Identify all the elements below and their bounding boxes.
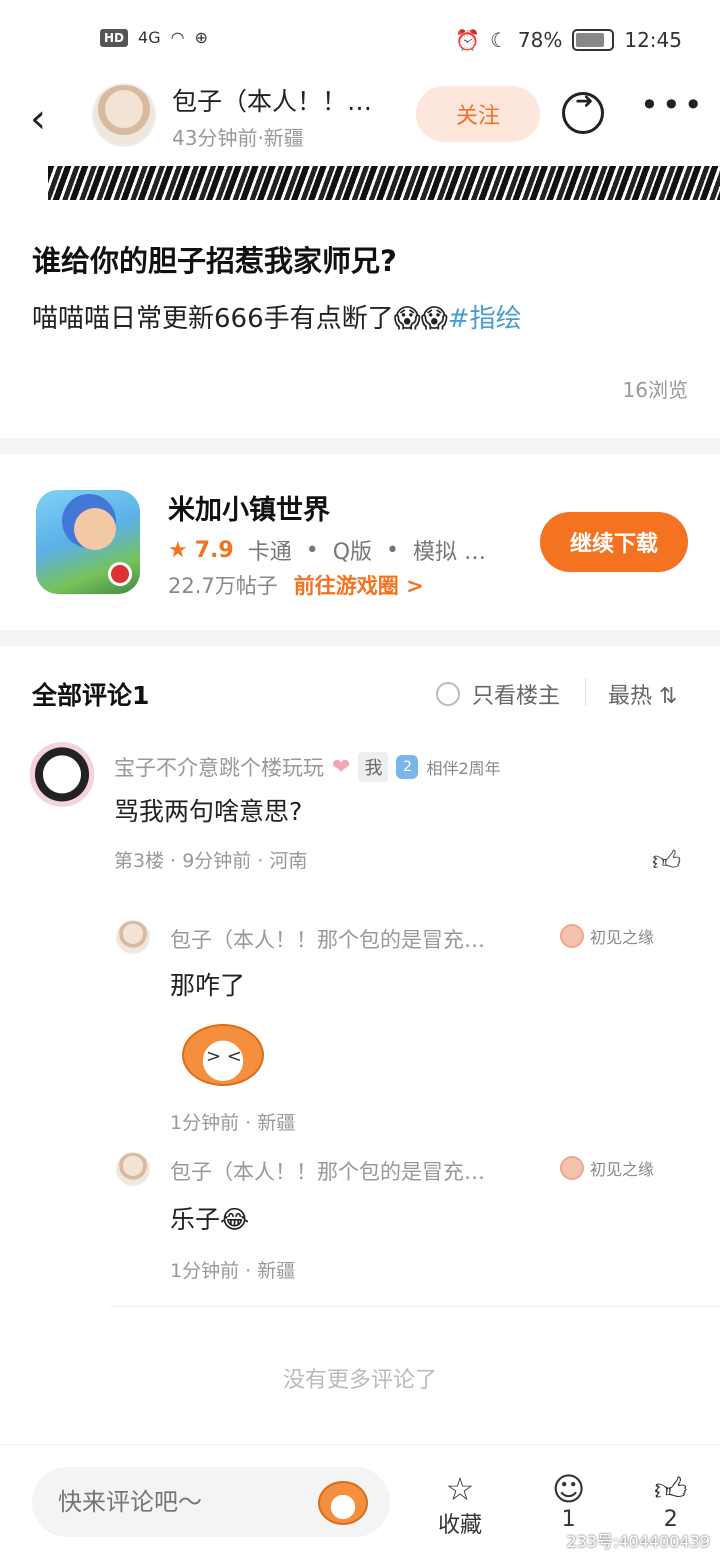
comments-title: 全部评论1 xyxy=(32,681,150,710)
hd-indicator: HD xyxy=(100,28,129,47)
game-name[interactable]: 米加小镇世界 xyxy=(168,488,330,527)
post-header: ‹ 包子（本人！！… 43分钟前·新疆 关注 ••• xyxy=(0,80,720,166)
game-posts-row: 22.7万帖子 前往游戏圈 > xyxy=(168,570,424,600)
follow-button[interactable]: 关注 xyxy=(416,86,540,142)
game-tag: 模拟 … xyxy=(413,540,487,565)
signal-icon: 4G xyxy=(138,28,161,47)
game-tag: 卡通 xyxy=(247,540,292,565)
divider xyxy=(585,678,586,706)
game-rating: 7.9 xyxy=(194,537,234,563)
share-icon[interactable] xyxy=(562,89,604,134)
only-op-label[interactable]: 只看楼主 xyxy=(472,678,560,710)
level-text: 相伴2周年 xyxy=(426,759,501,778)
commenter-name[interactable]: 宝子不介意跳个楼玩玩 xyxy=(114,752,324,782)
reply-meta: 1分钟前 · 新疆 xyxy=(170,1260,296,1282)
author-name[interactable]: 包子（本人！！… xyxy=(172,82,402,118)
reply-badge-label: 初见之缘 xyxy=(590,928,655,947)
reply-avatar[interactable] xyxy=(116,1152,150,1186)
reply-user-name[interactable]: 包子（本人！！那个包的是冒充… xyxy=(170,924,530,954)
post-image-strip[interactable] xyxy=(48,166,720,200)
favorite-label[interactable]: 收藏 xyxy=(438,1507,482,1539)
badge-icon xyxy=(560,1156,584,1180)
heart-icon: ❤ xyxy=(332,754,351,780)
moon-icon: ☾ xyxy=(489,28,508,52)
radio-icon[interactable] xyxy=(436,682,460,706)
thumbs-up-icon[interactable]: 👍︎ xyxy=(654,1471,687,1507)
badge-icon xyxy=(560,924,584,948)
battery-icon xyxy=(572,29,615,51)
comment-meta: 第3楼 · 9分钟前 · 河南 xyxy=(114,850,308,872)
watermark: 233号:404400439 xyxy=(566,1532,710,1551)
sort-hot-button[interactable]: 最热 ⇅ xyxy=(608,678,677,710)
reply-badge: 初见之缘 xyxy=(560,1156,654,1180)
back-arrow-icon[interactable]: ‹ xyxy=(30,96,46,142)
comment-text: 骂我两句啥意思? xyxy=(114,797,303,826)
author-avatar[interactable] xyxy=(92,83,156,147)
post-body-text: 喵喵喵日常更新666手有点断了😱😱 xyxy=(32,304,448,334)
reply-badge: 初见之缘 xyxy=(560,924,654,948)
game-app-icon[interactable] xyxy=(36,490,140,594)
bottom-action-bar: ☆ 收藏 ☺ 1 👍︎ 2 233号:404400439 xyxy=(0,1444,720,1560)
star-icon[interactable]: ☆ xyxy=(446,1471,475,1507)
like-button[interactable]: 👍︎ 2 xyxy=(654,1471,687,1532)
battery-percent: 78% xyxy=(517,28,563,52)
clock: 12:45 xyxy=(624,28,682,52)
star-icon: ★ xyxy=(168,537,188,563)
reply-text: 那咋了 xyxy=(170,971,246,1000)
post-body: 喵喵喵日常更新666手有点断了😱😱#指绘 xyxy=(32,298,522,335)
game-tag: Q版 xyxy=(332,540,373,565)
vpn-icon: ⊕ xyxy=(194,28,208,47)
more-dots-icon[interactable]: ••• xyxy=(640,86,706,124)
commenter-row: 宝子不介意跳个楼玩玩 ❤ 我 2 相伴2周年 xyxy=(114,752,501,782)
section-divider xyxy=(0,630,720,646)
continue-download-button[interactable]: 继续下载 xyxy=(540,512,688,572)
me-badge: 我 xyxy=(358,752,389,782)
comment-bubble-icon[interactable]: ☺ xyxy=(552,1471,585,1507)
reply-badge-label: 初见之缘 xyxy=(590,1160,655,1179)
emoji-sticker-icon[interactable] xyxy=(318,1481,368,1525)
post-tag-link[interactable]: #指绘 xyxy=(448,304,522,334)
view-count: 16浏览 xyxy=(622,378,688,402)
reply-avatar[interactable] xyxy=(116,920,150,954)
go-to-game-circle-link[interactable]: 前往游戏圈 > xyxy=(294,574,424,598)
section-divider xyxy=(0,438,720,454)
divider xyxy=(110,1306,720,1307)
thumbs-up-icon[interactable]: 👍︎ xyxy=(652,844,681,878)
status-bar: HD 4G ◠ ⊕ ⏰ ☾ 78% 12:45 xyxy=(0,0,720,80)
post-title: 谁给你的胆子招惹我家师兄? xyxy=(32,244,397,278)
game-meta: ★ 7.9 卡通 • Q版 • 模拟 … xyxy=(168,534,486,566)
post-time-location: 43分钟前·新疆 xyxy=(172,126,304,150)
comment-button[interactable]: ☺ 1 xyxy=(552,1471,585,1532)
alarm-icon: ⏰ xyxy=(455,28,480,52)
reply-user-name[interactable]: 包子（本人！！那个包的是冒充… xyxy=(170,1156,530,1186)
commenter-avatar[interactable] xyxy=(26,742,98,814)
sticker-image xyxy=(182,1024,264,1086)
level-badge: 2 xyxy=(396,755,419,779)
favorite-button[interactable]: ☆ 收藏 xyxy=(438,1471,482,1539)
reply-meta: 1分钟前 · 新疆 xyxy=(170,1112,296,1134)
no-more-comments: 没有更多评论了 xyxy=(282,1368,437,1393)
reply-text: 乐子😂 xyxy=(170,1205,250,1234)
game-post-count: 22.7万帖子 xyxy=(168,574,278,598)
only-op-toggle[interactable]: 只看楼主 xyxy=(436,678,560,710)
wifi-icon: ◠ xyxy=(170,28,185,47)
